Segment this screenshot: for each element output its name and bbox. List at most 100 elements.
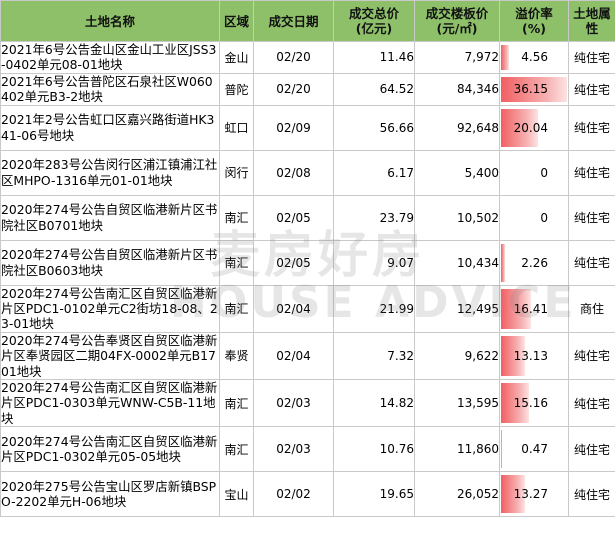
total-price-cell: 56.66	[333, 104, 415, 151]
table-body: 2021年6号公告金山区金山工业区JSS3-0402单元08-01地块 金山 02/…	[0, 41, 615, 518]
table-row: 2021年2号公告虹口区嘉兴路街道HK341-06号地块 虹口 02/09 56.66…	[0, 104, 615, 151]
property-cell: 纯住宅	[568, 104, 615, 151]
property-cell: 纯住宅	[568, 149, 615, 196]
header-total-price: 成交总价 (亿元)	[333, 0, 415, 42]
floor-price-cell: 5,400	[414, 149, 500, 196]
premium-value: 20.04	[513, 120, 548, 135]
premium-cell: 0	[499, 149, 569, 196]
premium-value: 0.47	[521, 442, 548, 457]
property-cell: 纯住宅	[568, 471, 615, 518]
table-row: 2020年283号公告闵行区浦江镇浦江社区MHPO-1316单元01-01地块闵…	[0, 149, 615, 196]
floor-price-cell: 7,972	[414, 41, 500, 74]
floor-price-cell: 13,595	[414, 379, 500, 428]
table-row: 2020年274号公告南汇区自贸区临港新片区PDC1-0303单元WNW-C5B…	[0, 379, 615, 428]
premium-value: 0	[540, 210, 548, 225]
district-cell: 南汇	[219, 284, 254, 333]
premium-value: 2.26	[521, 255, 548, 270]
date-cell: 02/09	[253, 104, 334, 151]
date-cell: 02/03	[253, 426, 334, 473]
land-name-cell: 2020年275号公告宝山区罗店新镇BSPO-2202单元H-06地块	[0, 471, 220, 518]
premium-cell: 0.47	[499, 426, 569, 473]
premium-value: 16.41	[513, 301, 548, 316]
table-row: 2020年274号公告自贸区临港新片区书院社区B0603地块 南汇 02/05 9.0…	[0, 239, 615, 286]
property-cell: 纯住宅	[568, 331, 615, 381]
land-name-cell: 2020年274号公告奉贤区自贸区临港新片区奉贤园区二期04FX-0002单元B…	[0, 331, 220, 381]
total-price-cell: 7.32	[333, 331, 415, 381]
date-cell: 02/08	[253, 149, 334, 196]
premium-value: 36.15	[513, 82, 548, 97]
district-cell: 宝山	[219, 471, 254, 518]
district-cell: 南汇	[219, 426, 254, 473]
premium-cell: 2.26	[499, 239, 569, 286]
date-cell: 02/20	[253, 72, 334, 106]
date-cell: 02/05	[253, 239, 334, 286]
total-price-cell: 23.79	[333, 194, 415, 241]
land-name-cell: 2021年6号公告普陀区石泉社区W060402单元B3-2地块	[0, 72, 220, 106]
floor-price-cell: 84,346	[414, 72, 500, 106]
total-price-cell: 19.65	[333, 471, 415, 518]
total-price-cell: 9.07	[333, 239, 415, 286]
premium-value: 4.56	[521, 50, 548, 65]
date-cell: 02/04	[253, 284, 334, 333]
district-cell: 奉贤	[219, 331, 254, 381]
floor-price-cell: 92,648	[414, 104, 500, 151]
land-name-cell: 2020年274号公告南汇区自贸区临港新片区PDC1-0302单元05-05地块	[0, 426, 220, 473]
land-name-cell: 2020年274号公告自贸区临港新片区书院社区B0603地块	[0, 239, 220, 286]
premium-cell: 20.04	[499, 104, 569, 151]
date-cell: 02/03	[253, 379, 334, 428]
table-row: 2020年274号公告奉贤区自贸区临港新片区奉贤园区二期04FX-0002单元B…	[0, 331, 615, 381]
premium-value: 13.27	[513, 487, 548, 502]
premium-cell: 15.16	[499, 379, 569, 428]
date-cell: 02/20	[253, 41, 334, 74]
premium-value: 0	[540, 165, 548, 180]
district-cell: 南汇	[219, 379, 254, 428]
header-premium-rate: 溢价率 (%)	[499, 0, 569, 42]
district-cell: 南汇	[219, 239, 254, 286]
header-date: 成交日期	[253, 0, 334, 42]
land-name-cell: 2020年274号公告南汇区自贸区临港新片区PDC1-0102单元C2街坊18-…	[0, 284, 220, 333]
date-cell: 02/04	[253, 331, 334, 381]
premium-cell: 4.56	[499, 41, 569, 74]
property-cell: 纯住宅	[568, 426, 615, 473]
land-name-cell: 2020年283号公告闵行区浦江镇浦江社区MHPO-1316单元01-01地块	[0, 149, 220, 196]
land-name-cell: 2021年2号公告虹口区嘉兴路街道HK341-06号地块	[0, 104, 220, 151]
district-cell: 南汇	[219, 194, 254, 241]
premium-cell: 36.15	[499, 72, 569, 106]
table-row: 2020年274号公告自贸区临港新片区书院社区B0701地块 南汇 02/05 23.…	[0, 194, 615, 241]
table-row: 2021年6号公告金山区金山工业区JSS3-0402单元08-01地块 金山 02/…	[0, 41, 615, 74]
header-district: 区域	[219, 0, 254, 42]
table-row: 2021年6号公告普陀区石泉社区W060402单元B3-2地块 普陀 02/20 64…	[0, 72, 615, 106]
header-floor-price: 成交楼板价 (元/㎡)	[414, 0, 500, 42]
total-price-cell: 14.82	[333, 379, 415, 428]
table-row: 2020年275号公告宝山区罗店新镇BSPO-2202单元H-06地块 宝山 02/…	[0, 471, 615, 518]
total-price-cell: 11.46	[333, 41, 415, 74]
floor-price-cell: 12,495	[414, 284, 500, 333]
floor-price-cell: 9,622	[414, 331, 500, 381]
total-price-cell: 10.76	[333, 426, 415, 473]
header-row: 土地名称 区域 成交日期 成交总价 (亿元) 成交楼板价 (元/㎡) 溢价率 (…	[0, 0, 615, 42]
premium-cell: 13.27	[499, 471, 569, 518]
district-cell: 普陀	[219, 72, 254, 106]
district-cell: 闵行	[219, 149, 254, 196]
date-cell: 02/02	[253, 471, 334, 518]
property-cell: 纯住宅	[568, 194, 615, 241]
date-cell: 02/05	[253, 194, 334, 241]
total-price-cell: 21.99	[333, 284, 415, 333]
land-transaction-table: 土地名称 区域 成交日期 成交总价 (亿元) 成交楼板价 (元/㎡) 溢价率 (…	[0, 0, 615, 518]
floor-price-cell: 10,434	[414, 239, 500, 286]
total-price-cell: 6.17	[333, 149, 415, 196]
property-cell: 纯住宅	[568, 239, 615, 286]
header-land-name: 土地名称	[0, 0, 220, 42]
total-price-cell: 64.52	[333, 72, 415, 106]
floor-price-cell: 11,860	[414, 426, 500, 473]
premium-cell: 13.13	[499, 331, 569, 381]
property-cell: 纯住宅	[568, 41, 615, 74]
premium-value: 13.13	[513, 348, 548, 363]
property-cell: 商住	[568, 284, 615, 333]
header-land-property: 土地属性	[568, 0, 615, 42]
premium-value: 15.16	[513, 396, 548, 411]
floor-price-cell: 26,052	[414, 471, 500, 518]
district-cell: 虹口	[219, 104, 254, 151]
district-cell: 金山	[219, 41, 254, 74]
property-cell: 纯住宅	[568, 379, 615, 428]
